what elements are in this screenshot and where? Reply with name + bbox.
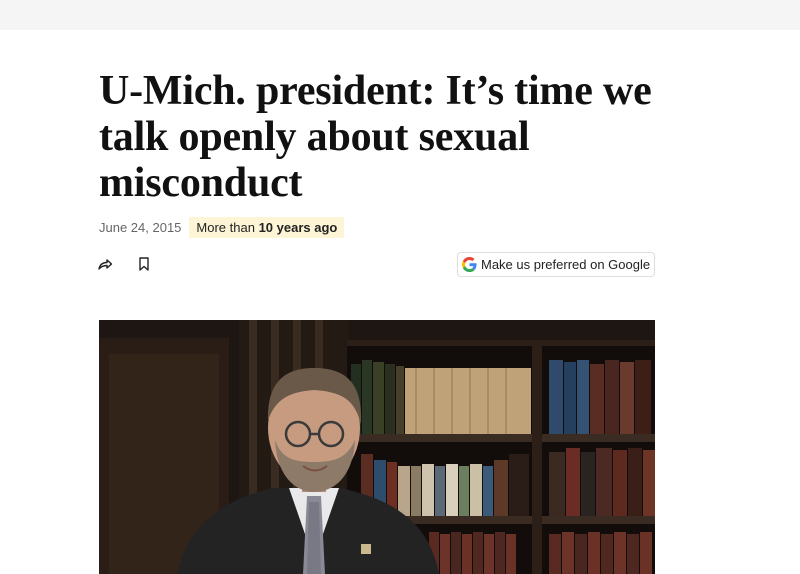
publish-date: June 24, 2015 <box>99 219 182 235</box>
hero-photo <box>99 320 655 574</box>
preferred-on-google-button[interactable]: Make us preferred on Google <box>457 252 655 277</box>
bookmark-icon[interactable] <box>137 256 151 272</box>
share-arrow-icon[interactable] <box>97 256 113 272</box>
preferred-label: Make us preferred on Google <box>481 257 651 272</box>
age-emphasis: 10 years ago <box>258 219 338 235</box>
article-meta: June 24, 2015 More than 10 years ago <box>99 216 345 238</box>
google-g-icon <box>462 257 477 272</box>
age-badge: More than 10 years ago <box>189 216 345 238</box>
age-prefix: More than <box>196 219 255 235</box>
article-headline: U-Mich. president: It’s time we talk ope… <box>99 68 652 206</box>
top-bar <box>0 0 800 30</box>
